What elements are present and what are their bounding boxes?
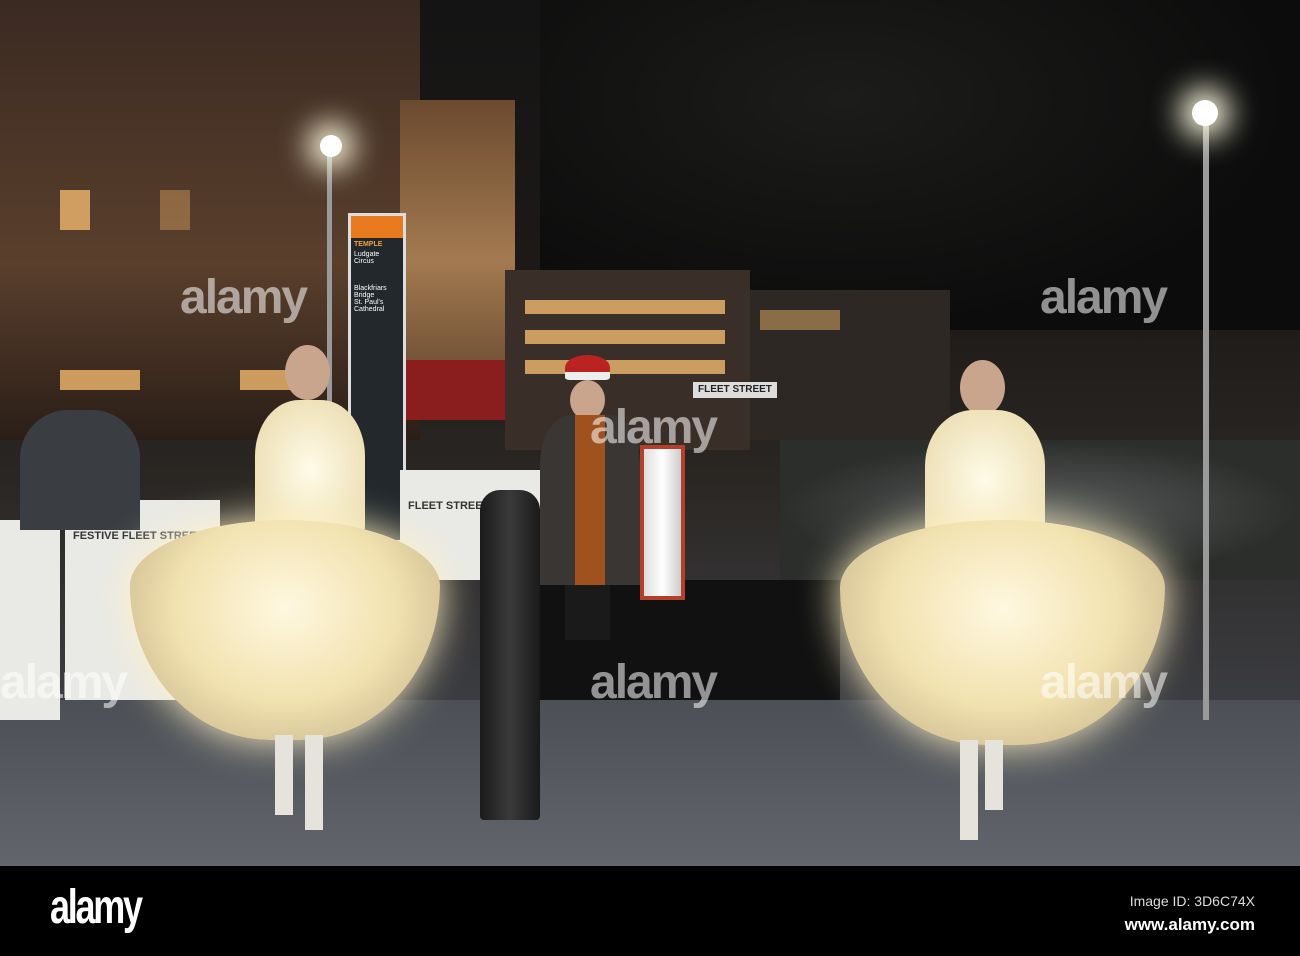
fleet-street-sign: FLEET STREET: [693, 382, 777, 398]
pavement: [0, 700, 1300, 866]
watermark: alamy: [1040, 271, 1168, 324]
red-bus: [405, 360, 505, 420]
spectator: [20, 410, 140, 530]
bollard: [480, 490, 540, 820]
footer-bar: [0, 866, 1300, 956]
lectern: [640, 445, 685, 600]
watermark: alamy: [1040, 656, 1168, 709]
light-pole: [1203, 120, 1209, 720]
sign-place: Ludgate Circus: [354, 251, 380, 265]
watermark: alamy: [590, 656, 718, 709]
lamp: [1192, 100, 1218, 126]
sign-line: St. Paul's Cathedral: [354, 299, 385, 313]
building-right: [750, 290, 950, 440]
watermark: alamy: [0, 656, 128, 709]
sign-line: Blackfriars Bridge: [354, 285, 387, 299]
sign-title: TEMPLE: [354, 241, 383, 248]
lamp: [320, 135, 342, 157]
watermark: alamy: [590, 401, 718, 454]
speaker-person: [535, 355, 640, 640]
watermark: alamy: [180, 271, 308, 324]
website-link[interactable]: www.alamy.com: [1125, 915, 1255, 935]
image-id: Image ID: 3D6C74X: [1129, 893, 1255, 909]
photo: TEMPLE Ludgate Circus Blackfriars Bridge…: [0, 0, 1300, 866]
alamy-logo: alamy: [50, 881, 143, 934]
